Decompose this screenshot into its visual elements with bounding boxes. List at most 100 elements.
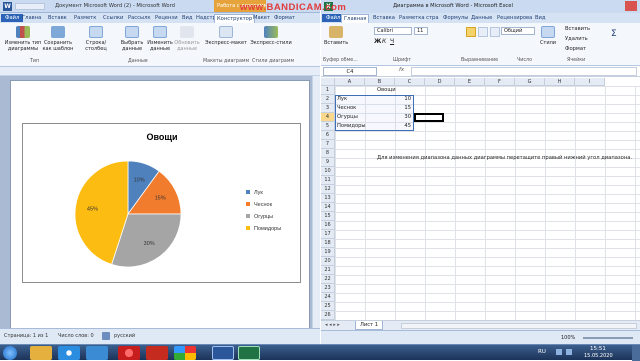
row-header-18[interactable]: 18 bbox=[321, 239, 335, 248]
cell-b2[interactable]: 10 bbox=[365, 96, 411, 102]
word-vertical-scrollbar[interactable] bbox=[312, 76, 320, 328]
tab-insert[interactable]: Вставк bbox=[46, 14, 69, 22]
sum-icon[interactable]: Σ bbox=[611, 29, 617, 39]
pdf-icon[interactable] bbox=[146, 346, 168, 360]
font-size-select[interactable]: 11 bbox=[414, 27, 428, 35]
cell-a5[interactable]: Помидоры bbox=[337, 123, 366, 129]
word-app-icon[interactable]: W bbox=[3, 2, 12, 11]
cell-a2[interactable]: Лук bbox=[337, 96, 347, 102]
row-header-24[interactable]: 24 bbox=[321, 293, 335, 302]
language-indicator[interactable]: русский bbox=[114, 333, 135, 339]
cell-a4[interactable]: Огурцы bbox=[337, 114, 358, 120]
row-header-10[interactable]: 10 bbox=[321, 167, 335, 176]
cell-b1[interactable]: Овощи bbox=[377, 87, 396, 93]
delete-cells-button[interactable]: Удалить bbox=[565, 36, 588, 42]
row-header-6[interactable]: 6 bbox=[321, 131, 335, 140]
xl-tab-insert[interactable]: Вставка bbox=[371, 14, 397, 22]
xl-tab-view[interactable]: Вид bbox=[533, 14, 548, 22]
show-desktop-button[interactable] bbox=[632, 345, 640, 361]
record-icon[interactable] bbox=[118, 346, 140, 360]
tab-view[interactable]: Вид bbox=[180, 14, 195, 22]
active-cell-c4[interactable] bbox=[414, 113, 444, 122]
column-header-e[interactable]: E bbox=[455, 78, 485, 86]
xl-tab-review[interactable]: Рецензирова bbox=[495, 14, 534, 22]
word-count[interactable]: Число слов: 0 bbox=[58, 333, 94, 339]
row-header-1[interactable]: 1 bbox=[321, 86, 335, 95]
row-header-8[interactable]: 8 bbox=[321, 149, 335, 158]
cell-b4[interactable]: 30 bbox=[365, 114, 411, 120]
column-header-f[interactable]: F bbox=[485, 78, 515, 86]
tab-references[interactable]: Ссылки bbox=[101, 14, 125, 22]
cell-a3[interactable]: Чеснок bbox=[337, 105, 356, 111]
row-header-23[interactable]: 23 bbox=[321, 284, 335, 293]
window-controls[interactable] bbox=[607, 1, 637, 11]
switch-row-column-button[interactable]: Строка/столбец bbox=[78, 26, 114, 52]
font-name-select[interactable]: Calibri bbox=[374, 27, 412, 35]
tab-mailings[interactable]: Рассылк bbox=[126, 14, 153, 22]
select-data-button[interactable]: Выбрать данные bbox=[118, 26, 146, 52]
column-header-b[interactable]: B bbox=[365, 78, 395, 86]
row-header-17[interactable]: 17 bbox=[321, 230, 335, 239]
row-header-14[interactable]: 14 bbox=[321, 203, 335, 212]
xl-tab-data[interactable]: Данные bbox=[469, 14, 494, 22]
explorer-icon[interactable] bbox=[30, 346, 52, 360]
bold-button[interactable]: Ж bbox=[374, 38, 381, 45]
row-header-7[interactable]: 7 bbox=[321, 140, 335, 149]
change-chart-type-button[interactable]: Изменить тип диаграммы bbox=[3, 26, 43, 52]
sheet-tab-1[interactable]: Лист 1 bbox=[355, 321, 384, 330]
select-all-corner[interactable] bbox=[321, 78, 335, 86]
volume-icon[interactable] bbox=[566, 349, 572, 355]
quick-layout-button[interactable]: Экспресс-макет bbox=[205, 26, 247, 46]
align-middle-button[interactable] bbox=[478, 27, 488, 37]
sheet-nav-arrows[interactable]: ◂ ◂ ▸ ▸ bbox=[325, 322, 340, 328]
tab-home[interactable]: Главна bbox=[20, 14, 43, 22]
save-as-template-button[interactable]: Сохранить как шаблон bbox=[42, 26, 74, 52]
column-header-h[interactable]: H bbox=[545, 78, 575, 86]
row-header-25[interactable]: 25 bbox=[321, 302, 335, 311]
row-header-15[interactable]: 15 bbox=[321, 212, 335, 221]
cell-b8-note[interactable]: Для изменения диапазона данных диаграммы… bbox=[377, 155, 632, 161]
tab-design[interactable]: Конструктор bbox=[214, 14, 256, 23]
chrome-icon[interactable] bbox=[174, 346, 196, 360]
row-header-9[interactable]: 9 bbox=[321, 158, 335, 167]
column-header-g[interactable]: G bbox=[515, 78, 545, 86]
italic-button[interactable]: К bbox=[382, 38, 386, 45]
tab-review[interactable]: Рецензи bbox=[153, 14, 180, 22]
quick-access-toolbar[interactable] bbox=[15, 3, 45, 10]
row-header-19[interactable]: 19 bbox=[321, 248, 335, 257]
horizontal-scrollbar[interactable] bbox=[401, 323, 637, 329]
refresh-data-button[interactable]: Обновить данные bbox=[172, 26, 202, 52]
edit-data-button[interactable]: Изменить данные bbox=[146, 26, 174, 52]
column-header-i[interactable]: I bbox=[575, 78, 605, 86]
number-format-select[interactable]: Общий bbox=[501, 27, 535, 35]
row-header-26[interactable]: 26 bbox=[321, 311, 335, 320]
row-header-4[interactable]: 4 bbox=[321, 113, 335, 122]
clock-date[interactable]: 15.05.2020 bbox=[584, 353, 613, 359]
xl-tab-formulas[interactable]: Формулы bbox=[441, 14, 470, 22]
media-icon[interactable] bbox=[86, 346, 108, 360]
word-taskbar-icon[interactable] bbox=[212, 346, 234, 360]
page-count[interactable]: Страница: 1 из 1 bbox=[4, 333, 48, 339]
clock-time[interactable]: 15:51 bbox=[590, 346, 606, 352]
zoom-level[interactable]: 100% bbox=[561, 335, 575, 341]
row-header-20[interactable]: 20 bbox=[321, 257, 335, 266]
browser-icon[interactable] bbox=[58, 346, 80, 360]
cell-b5[interactable]: 45 bbox=[365, 123, 411, 129]
network-icon[interactable] bbox=[556, 349, 562, 355]
start-button[interactable] bbox=[3, 346, 17, 360]
row-header-11[interactable]: 11 bbox=[321, 176, 335, 185]
row-header-12[interactable]: 12 bbox=[321, 185, 335, 194]
cell-b3[interactable]: 15 bbox=[365, 105, 411, 111]
tab-layout[interactable]: Разметк bbox=[72, 14, 98, 22]
row-header-13[interactable]: 13 bbox=[321, 194, 335, 203]
styles-button[interactable]: Стили bbox=[539, 26, 557, 46]
tab-chart-layout[interactable]: Макет bbox=[251, 14, 272, 22]
insert-cells-button[interactable]: Вставить bbox=[565, 26, 590, 32]
row-header-5[interactable]: 5 bbox=[321, 122, 335, 131]
column-header-c[interactable]: C bbox=[395, 78, 425, 86]
proofing-icon[interactable] bbox=[102, 332, 110, 340]
row-header-21[interactable]: 21 bbox=[321, 266, 335, 275]
formula-input[interactable] bbox=[411, 67, 637, 76]
language-indicator-tray[interactable]: RU bbox=[538, 349, 546, 355]
row-header-16[interactable]: 16 bbox=[321, 221, 335, 230]
